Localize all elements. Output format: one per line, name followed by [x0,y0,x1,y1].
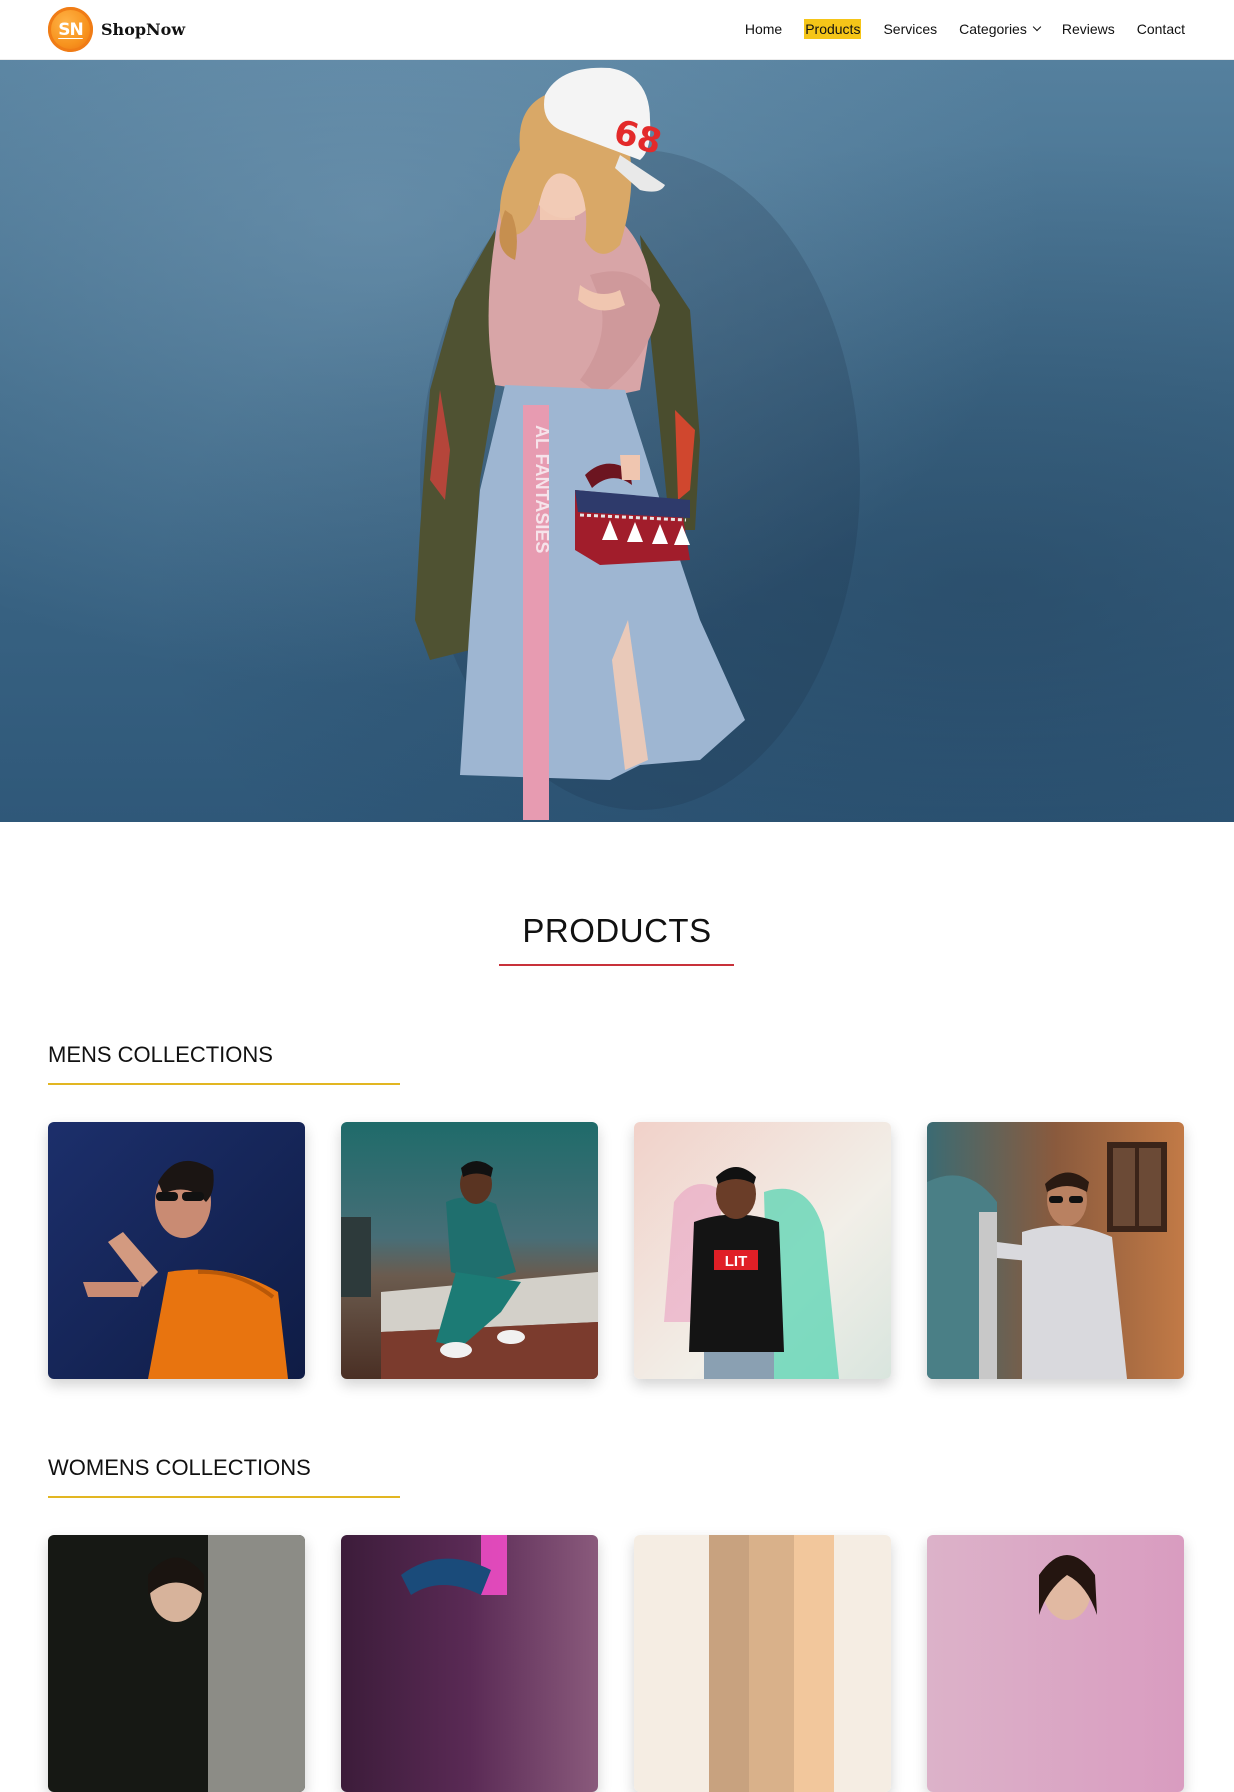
womens-collections-title: WOMENS COLLECTIONS [48,1455,311,1480]
womens-product-card-1[interactable] [48,1535,305,1792]
product-image-orange-sweater [48,1122,305,1379]
product-image-white-sweater [927,1122,1184,1379]
main-nav: Home Products Services Categories Review… [723,19,1185,39]
logo-text: ShopNow [101,20,186,39]
mens-collections-title: MENS COLLECTIONS [48,1042,273,1067]
nav-products-label: Products [804,19,862,39]
products-title: PRODUCTS [522,912,712,949]
nav-services-label: Services [883,21,938,37]
womens-collections-underline [48,1496,400,1498]
nav-products[interactable]: Products [804,19,862,39]
product-image-lit-sweatshirt: LIT [634,1122,891,1379]
nav-reviews[interactable]: Reviews [1062,19,1115,39]
logo-link[interactable]: SN ShopNow [48,7,185,52]
mens-product-card-1[interactable] [48,1122,305,1379]
nav-categories-label: Categories [959,21,1027,37]
product-image-denim-sitting [341,1122,598,1379]
nav-home-label: Home [744,21,783,37]
product-image-beige-fabric [634,1535,891,1792]
ribbon-text: AL FANTASIES [532,425,552,553]
hero-model-illustration: AL FANTASIES 68 [415,67,860,820]
mens-product-card-3[interactable]: LIT [634,1122,891,1379]
nav-categories[interactable]: Categories [959,19,1042,39]
lit-text: LIT [725,1253,748,1270]
product-image-pink-portrait [927,1535,1184,1792]
womens-product-card-3[interactable] [634,1535,891,1792]
site-header: SN ShopNow Home Products Services Catego… [0,0,1234,60]
womens-product-card-4[interactable] [927,1535,1184,1792]
mens-collections-underline [48,1083,400,1085]
products-title-underline [499,964,734,966]
nav-services[interactable]: Services [883,19,937,39]
womens-product-card-2[interactable] [341,1535,598,1792]
mens-product-card-4[interactable] [927,1122,1184,1379]
logo-badge: SN [48,7,93,52]
nav-reviews-label: Reviews [1061,21,1115,37]
product-image-purple-neon [341,1535,598,1792]
hero-banner: AL FANTASIES 68 [0,60,1234,822]
nav-contact[interactable]: Contact [1137,19,1185,39]
product-image-dark-portrait [48,1535,305,1792]
nav-contact-label: Contact [1136,21,1185,37]
mens-product-card-2[interactable] [341,1122,598,1379]
nav-home[interactable]: Home [745,19,782,39]
chevron-down-icon [1032,22,1042,32]
